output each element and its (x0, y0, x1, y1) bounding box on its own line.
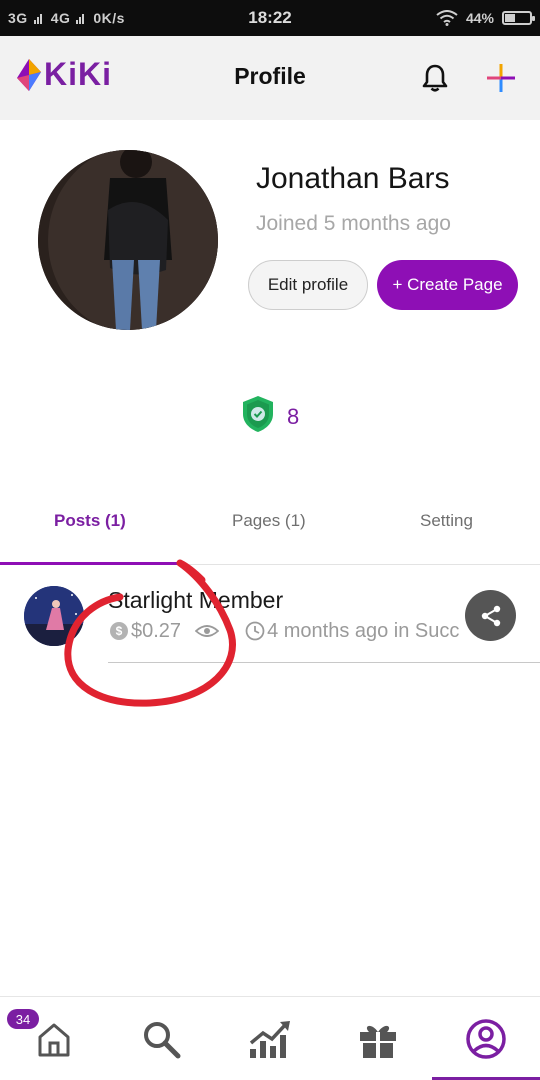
signal-icon (33, 13, 42, 24)
post-earnings: $0.27 (131, 619, 182, 642)
notification-bell-icon[interactable] (419, 62, 451, 94)
search-icon (144, 1022, 181, 1059)
profile-icon (466, 1019, 506, 1059)
battery-percent: 44% (465, 10, 494, 26)
status-right: 44% (436, 10, 535, 26)
nav-profile[interactable] (464, 1017, 508, 1061)
status-bar: 3G 4G 0K/s 18:22 44% (0, 0, 540, 36)
edit-profile-button[interactable]: Edit profile (248, 260, 368, 310)
nav-home[interactable] (32, 1017, 76, 1061)
post-time: 4 months ago in Succ (267, 619, 460, 642)
battery-icon (502, 11, 535, 25)
home-icon (38, 1023, 70, 1057)
post-title[interactable]: Starlight Member (108, 587, 283, 614)
add-icon[interactable] (485, 62, 517, 94)
tab-posts[interactable]: Posts (1) (54, 511, 126, 531)
network-speed: 0K/s (93, 10, 125, 26)
bottom-navigation: 34 (0, 996, 540, 1080)
post-thumbnail[interactable] (24, 586, 84, 646)
nav-gifts[interactable] (356, 1017, 400, 1061)
post-thumbnail-image (24, 586, 84, 646)
tab-pages[interactable]: Pages (1) (232, 511, 306, 531)
reputation-score: 8 (287, 404, 300, 429)
verified-shield-icon (243, 396, 273, 432)
share-button[interactable] (465, 590, 516, 641)
avatar-photo (38, 150, 218, 330)
network-type-1: 3G (8, 10, 28, 26)
profile-tabs: Posts (1) Pages (1) Setting (0, 495, 540, 565)
active-tab-indicator (0, 562, 178, 565)
notification-count-badge: 34 (7, 1009, 39, 1029)
network-indicators: 3G 4G 0K/s (8, 10, 208, 26)
nav-search[interactable] (139, 1017, 183, 1061)
gift-icon (360, 1025, 396, 1058)
share-icon (481, 605, 500, 626)
signal-icon (76, 13, 85, 24)
post-meta: $ $0.27 4 months ago in Succ (110, 619, 468, 643)
network-type-2: 4G (50, 10, 71, 26)
dollar-coin-icon: $ (110, 622, 128, 640)
nav-trending[interactable] (248, 1017, 292, 1061)
eye-icon (195, 625, 220, 637)
clock-icon (245, 621, 265, 641)
post-divider (108, 662, 540, 663)
joined-date: Joined 5 months ago (256, 212, 451, 235)
page-title: Profile (234, 63, 306, 89)
profile-name: Jonathan Bars (256, 162, 450, 195)
create-page-button[interactable]: + Create Page (377, 260, 518, 310)
tab-setting[interactable]: Setting (420, 511, 473, 531)
app-bar: KiKi Profile (0, 36, 540, 120)
profile-avatar[interactable] (38, 150, 218, 330)
trending-icon (249, 1021, 290, 1058)
wifi-icon (436, 10, 458, 26)
